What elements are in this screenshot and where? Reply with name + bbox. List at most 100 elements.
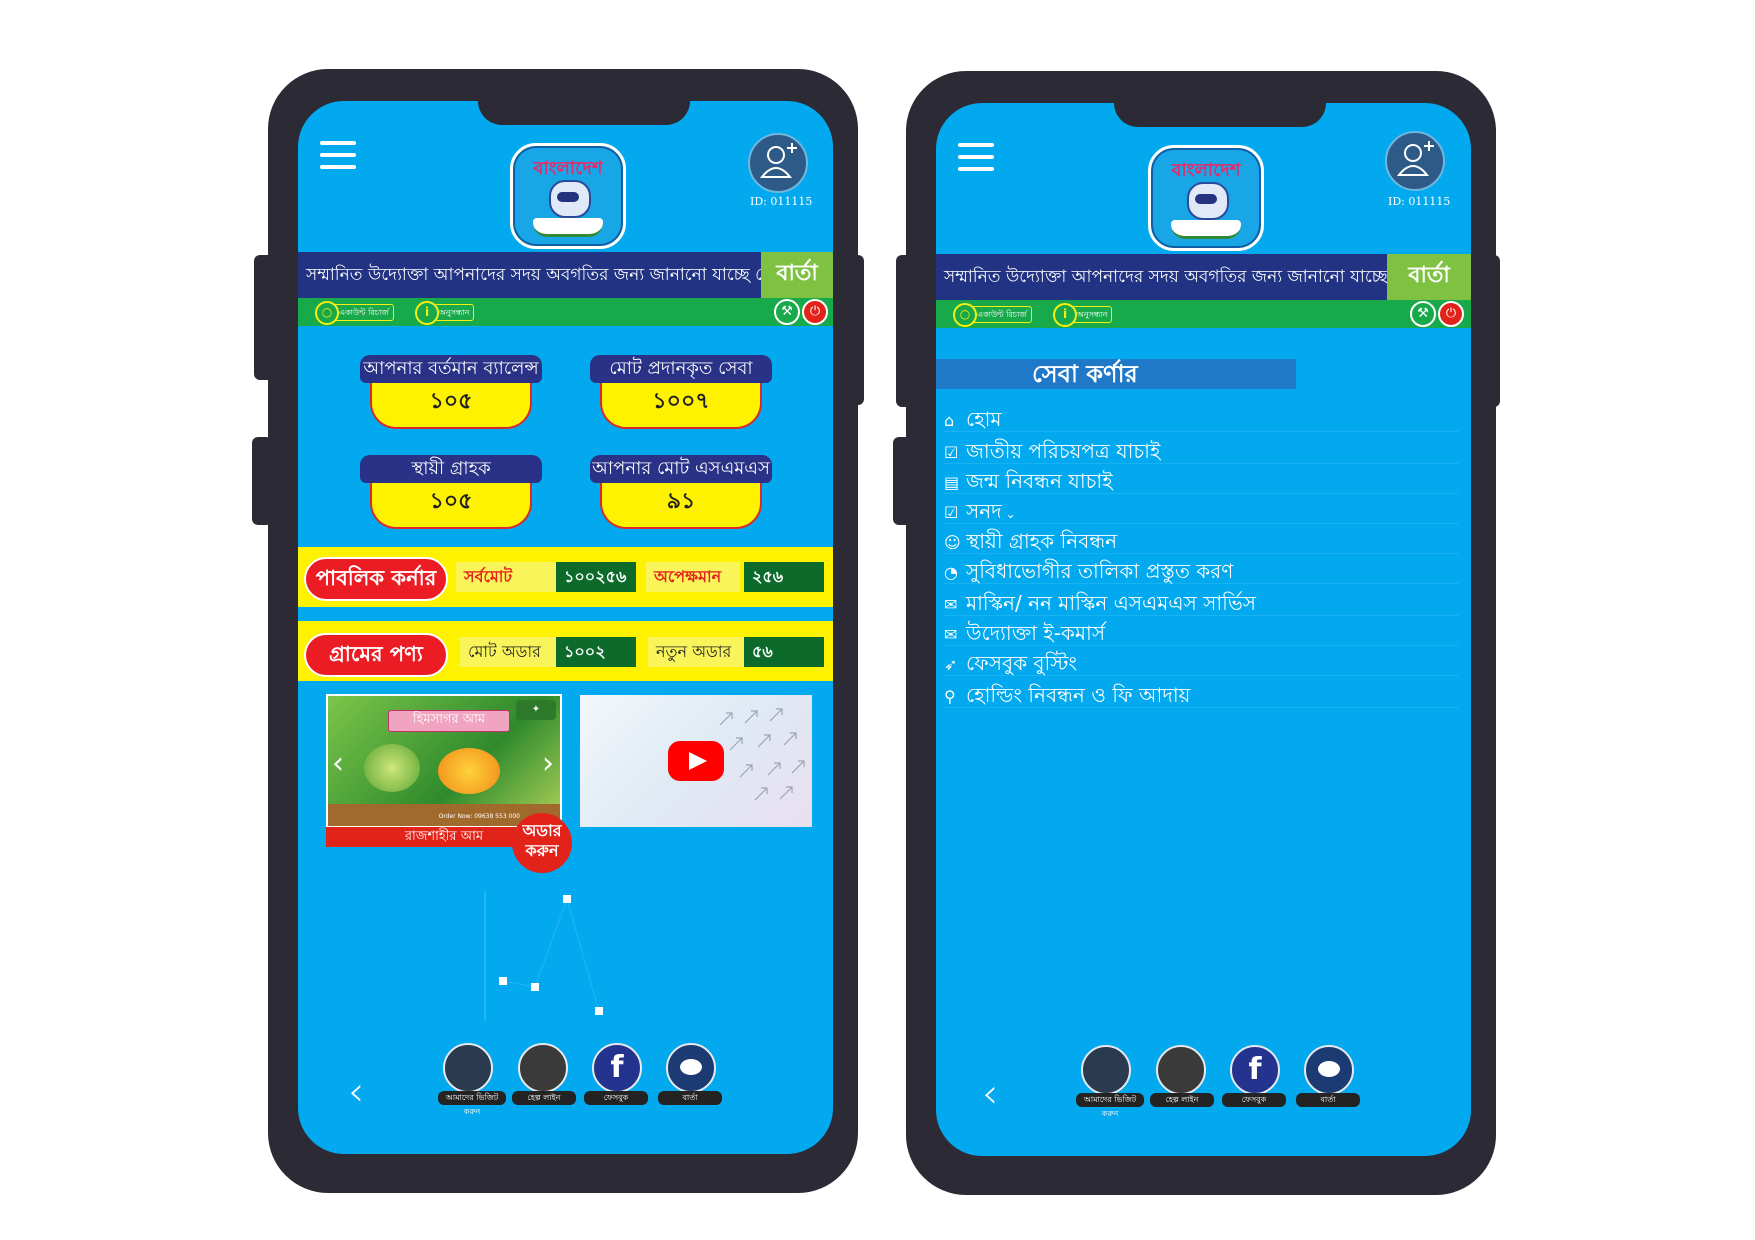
service-item-label: জাতীয় পরিচয়পত্র যাচাই <box>966 439 1161 463</box>
order-line1: অডার <box>522 821 562 840</box>
hamburger-menu-icon[interactable] <box>958 143 994 171</box>
service-item-nid[interactable]: ☑ জাতীয় পরিচয়পত্র যাচাই <box>944 439 1459 464</box>
mango-promo-banner[interactable]: হিমসাগর আম ✦ Order Now: 09638 553 000 ‹ … <box>326 694 562 828</box>
village-products-title[interactable]: গ্রামের পণ্য <box>304 633 448 677</box>
brand-badge-icon: ✦ <box>516 700 556 720</box>
stat-label: মোট প্রদানকৃত সেবা <box>590 355 772 383</box>
stat-card-customers: স্থায়ী গ্রাহক ১০৫ <box>360 455 542 535</box>
next-arrow-icon[interactable]: › <box>542 746 554 781</box>
headset-icon[interactable] <box>1156 1045 1206 1095</box>
order-now-button[interactable]: অডার করুন <box>512 813 572 873</box>
globe-icon[interactable] <box>443 1043 493 1093</box>
video-thumbnail[interactable] <box>580 695 812 827</box>
prev-arrow-icon[interactable]: ‹ <box>332 746 344 781</box>
info-icon: i <box>415 301 439 325</box>
notice-badge[interactable]: বার্তা <box>1387 254 1471 300</box>
service-item-birth[interactable]: ▤ জন্ম নিবন্ধন যাচাই <box>944 469 1459 494</box>
village-products-band: গ্রামের পণ্য মোট অডার ১০০২ নতুন অডার ৫৬ <box>298 621 833 681</box>
screen-service-corner: বাংলাদেশ ID: 011115 সম্মানিত উদ্যোক্তা আ… <box>936 103 1471 1156</box>
id-check-icon: ☑ <box>944 443 959 462</box>
back-chevron-icon[interactable]: ‹ <box>982 1071 998 1117</box>
robot-icon <box>1187 182 1229 220</box>
public-pending-label: অপেক্ষমান <box>646 562 740 592</box>
ecommerce-icon: ✉ <box>944 625 958 644</box>
phone-notch <box>1114 103 1326 127</box>
rocket-icon: ➶ <box>944 655 958 674</box>
service-item-label: মাস্কিন/ নন মাস্কিন এসএমএস সার্ভিস <box>966 591 1257 615</box>
service-item-customer-reg[interactable]: ☺ স্থায়ী গ্রাহক নিবন্ধন <box>944 529 1459 554</box>
footer-label: ফেসবুক <box>584 1091 648 1105</box>
recharge-chip[interactable]: ○ একাউন্ট রিচার্জ <box>315 301 394 325</box>
stat-label: আপনার বর্তমান ব্যালেন্স <box>360 355 542 383</box>
chart-point <box>531 983 539 991</box>
mini-chart <box>484 891 603 1021</box>
service-item-beneficiary[interactable]: ◔ সুবিধাভোগীর তালিকা প্রস্তুত করণ <box>944 559 1459 584</box>
youtube-play-icon[interactable] <box>668 741 724 781</box>
search-icon: ⚲ <box>944 687 956 706</box>
robot-icon <box>549 180 591 218</box>
globe-icon[interactable] <box>1081 1045 1131 1095</box>
ripe-mango-icon <box>438 748 500 794</box>
mango-banner-title: হিমসাগর আম <box>388 710 510 732</box>
notice-bar: সম্মানিত উদ্যোক্তা আপনাদের সদয় অবগতির জ… <box>936 254 1471 300</box>
footer-label: বার্তা <box>1296 1093 1360 1107</box>
add-user-avatar-icon[interactable] <box>1385 131 1445 191</box>
chart-point <box>499 977 507 985</box>
service-item-label: সনদ <box>966 499 1002 523</box>
service-item-sms[interactable]: ✉ মাস্কিন/ নন মাস্কিন এসএমএস সার্ভিস <box>944 591 1459 616</box>
info-icon: i <box>1053 303 1077 327</box>
power-icon[interactable]: ⏻ <box>1438 301 1464 327</box>
reddit-icon[interactable] <box>666 1043 716 1093</box>
wrench-icon[interactable]: ⚒ <box>1410 301 1436 327</box>
search-chip[interactable]: i অনুসন্ধান <box>415 301 475 325</box>
wrench-icon[interactable]: ⚒ <box>774 299 800 325</box>
order-line2: করুন <box>525 841 559 860</box>
action-bar: ○ একাউন্ট রিচার্জ i অনুসন্ধান ⚒ ⏻ <box>936 300 1471 328</box>
add-user-avatar-icon[interactable] <box>748 133 808 193</box>
bulb-icon: ○ <box>953 303 977 327</box>
service-item-certificate[interactable]: ☑ সনদ ⌄ <box>944 499 1459 524</box>
service-corner-title-text: সেবা কর্ণার <box>1032 360 1138 388</box>
search-chip-label: অনুসন্ধান <box>439 308 470 317</box>
footer-label: ফেসবুক <box>1222 1093 1286 1107</box>
stat-value: ৯১ <box>600 479 762 529</box>
public-corner-title[interactable]: পাবলিক কর্নার <box>304 557 448 601</box>
stat-label: আপনার মোট এসএমএস <box>590 455 772 483</box>
village-orders-value: ১০০২ <box>556 637 636 667</box>
chart-line <box>502 897 600 1012</box>
hamburger-menu-icon[interactable] <box>320 141 356 169</box>
user-id: ID: 011115 <box>1388 195 1451 208</box>
notice-badge[interactable]: বার্তা <box>761 252 833 298</box>
reddit-icon[interactable] <box>1304 1045 1354 1095</box>
service-item-holding[interactable]: ⚲ হোল্ডিং নিবন্ধন ও ফি আদায় <box>944 683 1459 708</box>
service-item-home[interactable]: ⌂ হোম <box>944 407 1459 432</box>
footer-label: হেল্প লাইন <box>512 1091 576 1105</box>
public-pending-value: ২৫৬ <box>744 562 824 592</box>
service-item-label: উদ্যোক্তা ই-কমার্স <box>966 621 1106 645</box>
recharge-chip[interactable]: ○ একাউন্ট রিচার্জ <box>953 303 1032 327</box>
stat-value: ১০০৭ <box>600 379 762 429</box>
stat-card-services: মোট প্রদানকৃত সেবা ১০০৭ <box>590 355 772 435</box>
service-item-label: সুবিধাভোগীর তালিকা প্রস্তুত করণ <box>966 559 1234 583</box>
stat-card-balance: আপনার বর্তমান ব্যালেন্স ১০৫ <box>360 355 542 435</box>
recharge-chip-label: একাউন্ট রিচার্জ <box>339 308 389 317</box>
home-icon: ⌂ <box>944 411 955 430</box>
service-item-fb-boost[interactable]: ➶ ফেসবুক বুস্টিং <box>944 651 1459 676</box>
service-item-ecommerce[interactable]: ✉ উদ্যোক্তা ই-কমার্স <box>944 621 1459 646</box>
action-bar: ○ একাউন্ট রিচার্জ i অনুসন্ধান ⚒ ⏻ <box>298 298 833 326</box>
search-chip[interactable]: i অনুসন্ধান <box>1053 303 1113 327</box>
facebook-icon[interactable]: f <box>1230 1045 1280 1095</box>
village-orders-label: মোট অডার <box>460 637 560 667</box>
facebook-icon[interactable]: f <box>592 1043 642 1093</box>
footer-label: আমাদের ভিজিট করুন <box>438 1091 506 1116</box>
notice-text: সম্মানিত উদ্যোক্তা আপনাদের সদয় অবগতির জ… <box>944 267 1416 287</box>
service-item-label: স্থায়ী গ্রাহক নিবন্ধন <box>966 529 1118 553</box>
app-logo: বাংলাদেশ <box>1148 145 1264 251</box>
book-icon <box>533 218 603 237</box>
headset-icon[interactable] <box>518 1043 568 1093</box>
search-chip-label: অনুসন্ধান <box>1077 310 1108 319</box>
stat-label: স্থায়ী গ্রাহক <box>360 455 542 483</box>
screen-dashboard: বাংলাদেশ ID: 011115 সম্মানিত উদ্যোক্তা আ… <box>298 101 833 1154</box>
back-chevron-icon[interactable]: ‹ <box>348 1069 364 1115</box>
power-icon[interactable]: ⏻ <box>802 299 828 325</box>
